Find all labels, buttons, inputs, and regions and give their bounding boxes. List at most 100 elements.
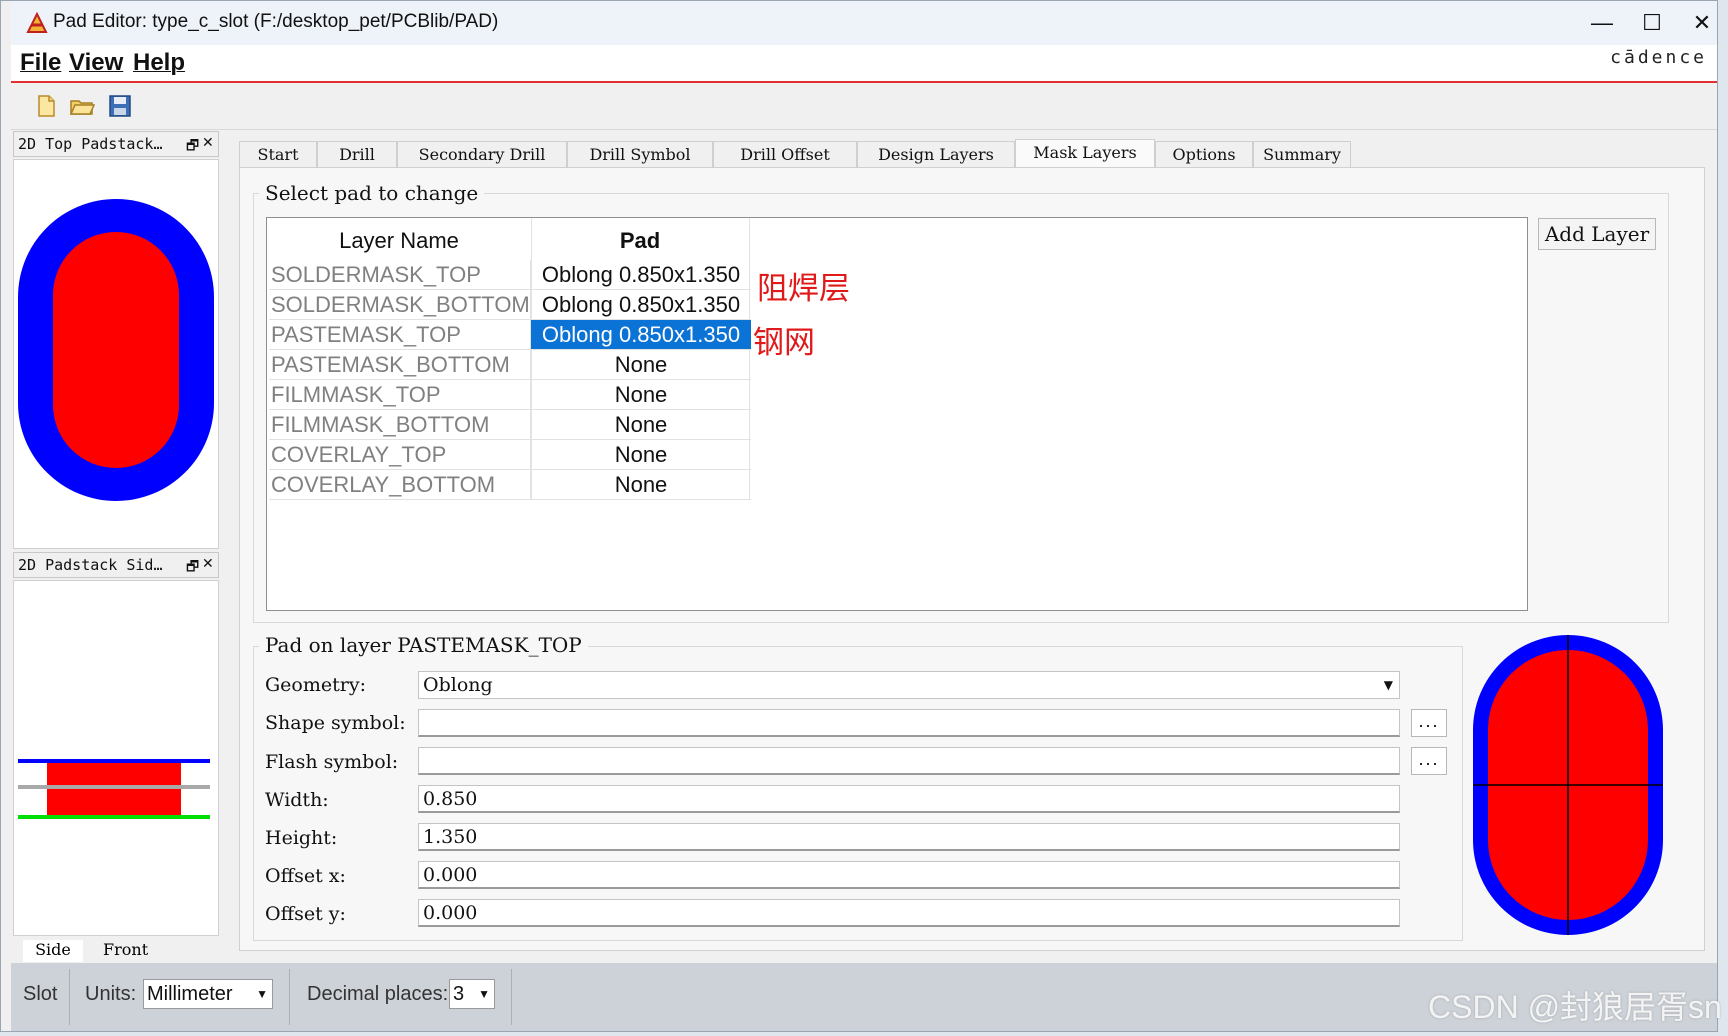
cadence-logo: cādence — [1610, 47, 1707, 68]
pad-shape — [53, 232, 179, 468]
geometry-value: Oblong — [423, 674, 493, 696]
side-view-tabbar: Side Front — [13, 936, 219, 962]
minimize-button[interactable]: — — [1577, 7, 1627, 39]
table-row[interactable]: COVERLAY_TOP None — [267, 440, 751, 470]
offset-y-label: Offset y: — [265, 903, 346, 925]
offset-x-field[interactable]: 0.000 — [418, 861, 1400, 889]
units-label: Units: — [85, 983, 137, 1005]
offset-x-label: Offset x: — [265, 865, 346, 887]
chevron-down-icon: ▼ — [1383, 678, 1393, 692]
pad-cell[interactable]: None — [531, 350, 751, 380]
tab-front[interactable]: Front — [103, 940, 148, 959]
geometry-label: Geometry: — [265, 674, 366, 696]
units-select[interactable]: Millimeter ▼ — [143, 979, 273, 1009]
header-pad: Pad — [619, 228, 661, 253]
status-separator — [289, 969, 290, 1025]
width-label: Width: — [265, 789, 329, 811]
soldermask-annotation: 阻焊层 — [757, 271, 850, 306]
tab-drill-offset[interactable]: Drill Offset — [713, 141, 857, 167]
menu-help[interactable]: Help — [133, 49, 185, 77]
side-view-dock: 2D Padstack Sid… 🗗 ✕ Side Front — [13, 552, 219, 962]
flash-symbol-field[interactable] — [418, 747, 1400, 775]
status-separator — [69, 969, 70, 1025]
tab-drill[interactable]: Drill — [317, 141, 397, 167]
table-row[interactable]: PASTEMASK_TOP Oblong 0.850x1.350 — [267, 320, 751, 350]
top-view-pad-drawing — [18, 199, 214, 501]
pad-cell[interactable]: None — [531, 410, 751, 440]
decimal-places-value: 3 — [453, 983, 465, 1005]
tab-mask-layers[interactable]: Mask Layers — [1015, 139, 1155, 169]
table-row[interactable]: COVERLAY_BOTTOM None — [267, 470, 751, 500]
layer-name-cell: PASTEMASK_TOP — [269, 320, 531, 350]
table-row[interactable]: FILMMASK_TOP None — [267, 380, 751, 410]
decimal-places-select[interactable]: 3 ▼ — [449, 979, 495, 1009]
shape-symbol-label: Shape symbol: — [265, 712, 406, 734]
shape-symbol-browse-button[interactable]: ... — [1411, 709, 1447, 737]
window-title: Pad Editor: type_c_slot (F:/desktop_pet/… — [53, 11, 499, 32]
layer-name-cell: COVERLAY_BOTTOM — [269, 470, 531, 500]
menu-file[interactable]: File — [20, 49, 61, 77]
dock-float-icon[interactable]: 🗗 — [186, 135, 199, 156]
save-icon[interactable] — [107, 93, 133, 119]
side-view-canvas — [13, 580, 219, 936]
table-row[interactable]: PASTEMASK_BOTTOM None — [267, 350, 751, 380]
side-view-dock-title: 2D Padstack Sid… 🗗 ✕ — [13, 552, 219, 578]
chevron-down-icon: ▼ — [478, 987, 490, 1001]
tab-drill-symbol[interactable]: Drill Symbol — [567, 141, 713, 167]
dock-close-icon[interactable]: ✕ — [202, 556, 214, 572]
tab-side[interactable]: Side — [23, 940, 83, 962]
pad-cell[interactable]: None — [531, 380, 751, 410]
tab-summary[interactable]: Summary — [1253, 141, 1351, 167]
shape-symbol-field[interactable] — [418, 709, 1400, 737]
dock-close-icon[interactable]: ✕ — [202, 135, 214, 151]
maximize-button[interactable]: ☐ — [1627, 7, 1677, 39]
units-value: Millimeter — [147, 983, 233, 1005]
tab-options[interactable]: Options — [1155, 141, 1253, 167]
chevron-down-icon: ▼ — [256, 987, 268, 1001]
open-folder-icon[interactable] — [69, 93, 95, 119]
geometry-select[interactable]: Oblong ▼ — [418, 671, 1400, 699]
mask-layer-table: Layer Name Pad SOLDERMASK_TOP Oblong 0.8… — [266, 217, 1528, 611]
pastemask-annotation: 钢网 — [753, 325, 815, 360]
pad-editor-window: Pad Editor: type_c_slot (F:/desktop_pet/… — [0, 0, 1718, 1032]
side-view-dock-label: 2D Padstack Sid… — [18, 556, 163, 574]
board-line — [18, 785, 210, 789]
width-field[interactable]: 0.850 — [418, 785, 1400, 813]
pad-cell-selected[interactable]: Oblong 0.850x1.350 — [531, 320, 751, 350]
status-separator — [511, 969, 512, 1025]
tab-secondary-drill[interactable]: Secondary Drill — [397, 141, 567, 167]
pad-cell[interactable]: Oblong 0.850x1.350 — [531, 290, 751, 320]
tab-design-layers[interactable]: Design Layers — [857, 141, 1015, 167]
pad-cell[interactable]: None — [531, 470, 751, 500]
pad-cell[interactable]: Oblong 0.850x1.350 — [531, 260, 751, 290]
top-view-canvas — [13, 159, 219, 549]
top-view-dock-label: 2D Top Padstack… — [18, 135, 163, 153]
side-view-drawing — [18, 759, 210, 819]
table-row[interactable]: SOLDERMASK_BOTTOM Oblong 0.850x1.350 — [267, 290, 751, 320]
menu-bar: File View Help cādence — [11, 45, 1717, 83]
bottom-line — [18, 815, 210, 819]
new-file-icon[interactable] — [33, 93, 59, 119]
select-pad-group-title: Select pad to change — [259, 181, 485, 205]
title-bar: Pad Editor: type_c_slot (F:/desktop_pet/… — [11, 1, 1717, 45]
height-field[interactable]: 1.350 — [418, 823, 1400, 851]
menu-view[interactable]: View — [69, 49, 123, 77]
layer-name-cell: FILMMASK_TOP — [269, 380, 531, 410]
add-layer-button[interactable]: Add Layer — [1538, 218, 1656, 250]
pad-on-layer-group-title: Pad on layer PASTEMASK_TOP — [259, 633, 588, 657]
height-label: Height: — [265, 827, 338, 849]
table-row[interactable]: SOLDERMASK_TOP Oblong 0.850x1.350 — [267, 260, 751, 290]
status-slot: Slot — [23, 983, 58, 1005]
layer-name-cell: SOLDERMASK_BOTTOM — [269, 290, 531, 320]
table-row[interactable]: FILMMASK_BOTTOM None — [267, 410, 751, 440]
tab-start[interactable]: Start — [239, 141, 317, 167]
layer-name-cell: SOLDERMASK_TOP — [269, 260, 531, 290]
offset-y-field[interactable]: 0.000 — [418, 899, 1400, 927]
pad-cell[interactable]: None — [531, 440, 751, 470]
toolbar — [11, 83, 1717, 130]
flash-symbol-browse-button[interactable]: ... — [1411, 747, 1447, 775]
close-button[interactable]: ✕ — [1677, 7, 1727, 39]
dock-float-icon[interactable]: 🗗 — [186, 556, 199, 577]
layer-name-cell: FILMMASK_BOTTOM — [269, 410, 531, 440]
decimal-places-label: Decimal places: — [307, 983, 449, 1005]
